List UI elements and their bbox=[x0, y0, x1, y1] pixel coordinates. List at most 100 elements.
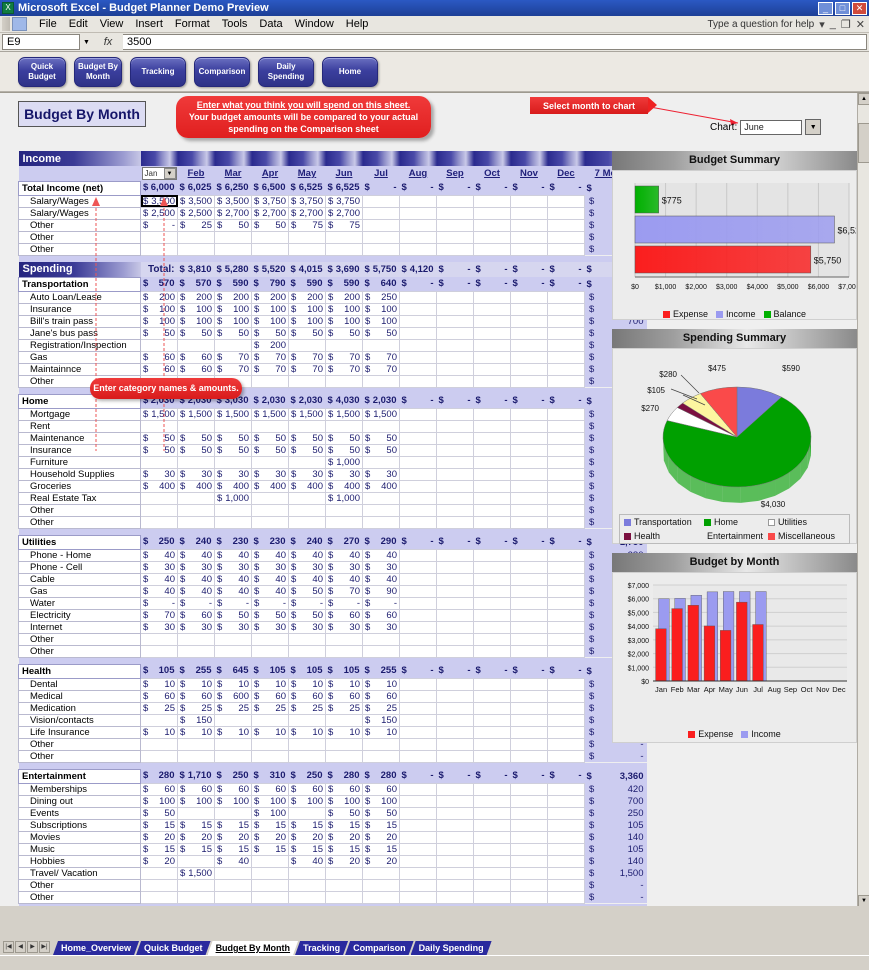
cell-home-6-apr[interactable]: $400 bbox=[251, 479, 289, 493]
section-entertainment-jan[interactable]: $280 bbox=[140, 769, 178, 783]
scroll-down-arrow[interactable]: ▼ bbox=[858, 895, 869, 906]
section-entertainment-jun[interactable]: $280 bbox=[325, 769, 363, 783]
cell-transportation-3-jul[interactable]: $50 bbox=[362, 326, 400, 340]
cell-home-8-apr[interactable] bbox=[251, 503, 289, 517]
cell-health-6-nov[interactable] bbox=[510, 749, 548, 763]
cell-transportation-7-apr[interactable] bbox=[251, 374, 289, 388]
cell-home-9-nov[interactable] bbox=[510, 515, 548, 529]
cell-home-3-may[interactable]: $50 bbox=[288, 443, 326, 457]
cell-entertainment-4-nov[interactable] bbox=[510, 830, 548, 844]
cell-utilities-0-dec[interactable] bbox=[547, 548, 585, 562]
cell-transportation-1-apr[interactable]: $100 bbox=[251, 302, 289, 316]
section-entertainment-feb[interactable]: $1,710 bbox=[177, 769, 215, 783]
cell-utilities-0-jul[interactable]: $40 bbox=[362, 548, 400, 562]
cell-utilities-3-nov[interactable] bbox=[510, 584, 548, 598]
cell-health-2-jan[interactable]: $25 bbox=[140, 701, 178, 715]
cell-home-9-jun[interactable] bbox=[325, 515, 363, 529]
income-cell-1-mar[interactable]: $2,700 bbox=[214, 206, 252, 220]
cell-entertainment-3-oct[interactable] bbox=[473, 818, 511, 832]
cell-entertainment-6-apr[interactable] bbox=[251, 854, 289, 868]
cell-home-0-may[interactable]: $1,500 bbox=[288, 407, 326, 421]
row-label-entertainment-1[interactable]: Dining out bbox=[18, 794, 141, 808]
cell-home-8-dec[interactable] bbox=[547, 503, 585, 517]
cell-entertainment-9-feb[interactable] bbox=[177, 890, 215, 904]
cell-transportation-3-mar[interactable]: $50 bbox=[214, 326, 252, 340]
cell-home-9-mar[interactable] bbox=[214, 515, 252, 529]
cell-health-6-may[interactable] bbox=[288, 749, 326, 763]
cell-health-4-jul[interactable]: $10 bbox=[362, 725, 400, 739]
menu-item-data[interactable]: Data bbox=[253, 17, 288, 31]
cell-utilities-5-mar[interactable]: $50 bbox=[214, 608, 252, 622]
cell-health-0-may[interactable]: $10 bbox=[288, 677, 326, 691]
row-total-entertainment-7[interactable]: $1,500 bbox=[584, 867, 647, 879]
row-label-entertainment-7[interactable]: Travel/ Vacation bbox=[18, 866, 141, 880]
cell-entertainment-3-mar[interactable]: $15 bbox=[214, 818, 252, 832]
income-cell-1-may[interactable]: $2,700 bbox=[288, 206, 326, 220]
section-home-oct[interactable]: $ - bbox=[473, 394, 511, 408]
cell-home-4-nov[interactable] bbox=[510, 455, 548, 469]
cell-utilities-1-may[interactable]: $30 bbox=[288, 560, 326, 574]
cell-entertainment-6-may[interactable]: $40 bbox=[288, 854, 326, 868]
cell-entertainment-4-may[interactable]: $20 bbox=[288, 830, 326, 844]
row-total-entertainment-2[interactable]: $250 bbox=[584, 807, 647, 819]
cell-entertainment-4-jul[interactable]: $20 bbox=[362, 830, 400, 844]
cell-home-2-mar[interactable]: $50 bbox=[214, 431, 252, 445]
cell-transportation-0-aug[interactable] bbox=[399, 290, 437, 304]
cell-utilities-6-may[interactable]: $30 bbox=[288, 620, 326, 634]
cell-entertainment-6-oct[interactable] bbox=[473, 854, 511, 868]
cell-home-5-jan[interactable]: $30 bbox=[140, 467, 178, 481]
cell-health-5-oct[interactable] bbox=[473, 737, 511, 751]
row-label-health-3[interactable]: Vision/contacts bbox=[18, 713, 141, 727]
cell-entertainment-9-sep[interactable] bbox=[436, 890, 474, 904]
nav-button-tracking[interactable]: Tracking bbox=[130, 56, 186, 87]
month-filter-jan[interactable]: Jan ▼ bbox=[140, 166, 178, 181]
cell-health-1-apr[interactable]: $60 bbox=[251, 689, 289, 703]
cell-entertainment-6-nov[interactable] bbox=[510, 854, 548, 868]
cell-health-1-oct[interactable] bbox=[473, 689, 511, 703]
cell-entertainment-5-may[interactable]: $15 bbox=[288, 842, 326, 856]
cell-utilities-6-nov[interactable] bbox=[510, 620, 548, 634]
month-header-jun[interactable]: Jun bbox=[325, 166, 363, 181]
cell-entertainment-9-jan[interactable] bbox=[140, 890, 178, 904]
cell-entertainment-5-jan[interactable]: $15 bbox=[140, 842, 178, 856]
cell-transportation-2-sep[interactable] bbox=[436, 314, 474, 328]
help-search-box[interactable]: Type a question for help bbox=[708, 19, 815, 30]
row-label-health-4[interactable]: Life Insurance bbox=[18, 725, 141, 739]
cell-health-0-jan[interactable]: $10 bbox=[140, 677, 178, 691]
income-cell-4-feb[interactable] bbox=[177, 242, 215, 256]
cell-transportation-0-jul[interactable]: $250 bbox=[362, 290, 400, 304]
help-dropdown-icon[interactable]: ▾ bbox=[819, 18, 825, 31]
cell-home-5-feb[interactable]: $30 bbox=[177, 467, 215, 481]
cell-entertainment-5-jun[interactable]: $15 bbox=[325, 842, 363, 856]
cell-entertainment-8-jul[interactable] bbox=[362, 878, 400, 892]
cell-home-8-sep[interactable] bbox=[436, 503, 474, 517]
cell-transportation-2-jul[interactable]: $100 bbox=[362, 314, 400, 328]
cell-entertainment-5-dec[interactable] bbox=[547, 842, 585, 856]
cell-transportation-5-feb[interactable]: $60 bbox=[177, 350, 215, 364]
cell-transportation-7-sep[interactable] bbox=[436, 374, 474, 388]
vertical-scrollbar[interactable]: ▲ ▼ bbox=[857, 93, 869, 906]
section-entertainment-apr[interactable]: $310 bbox=[251, 769, 289, 783]
cell-utilities-5-jan[interactable]: $70 bbox=[140, 608, 178, 622]
section-transportation-mar[interactable]: $590 bbox=[214, 277, 252, 291]
cell-health-0-oct[interactable] bbox=[473, 677, 511, 691]
cell-utilities-0-apr[interactable]: $40 bbox=[251, 548, 289, 562]
row-label-health-1[interactable]: Medical bbox=[18, 689, 141, 703]
row-label-home-2[interactable]: Maintenance bbox=[18, 431, 141, 445]
cell-home-6-feb[interactable]: $400 bbox=[177, 479, 215, 493]
income-row-label[interactable]: Salary/Wages bbox=[18, 194, 141, 208]
cell-home-5-mar[interactable]: $30 bbox=[214, 467, 252, 481]
cell-home-7-sep[interactable] bbox=[436, 491, 474, 505]
cell-transportation-4-apr[interactable]: $200 bbox=[251, 338, 289, 352]
section-transportation-dec[interactable]: $ - bbox=[547, 277, 585, 291]
row-label-utilities-6[interactable]: Internet bbox=[18, 620, 141, 634]
menu-grip[interactable] bbox=[2, 17, 10, 31]
row-label-health-5[interactable]: Other bbox=[18, 737, 141, 751]
cell-home-5-oct[interactable] bbox=[473, 467, 511, 481]
cell-entertainment-4-feb[interactable]: $20 bbox=[177, 830, 215, 844]
row-label-transportation-1[interactable]: Insurance bbox=[18, 302, 141, 316]
cell-entertainment-1-jul[interactable]: $100 bbox=[362, 794, 400, 808]
cell-transportation-2-nov[interactable] bbox=[510, 314, 548, 328]
cell-entertainment-0-may[interactable]: $60 bbox=[288, 782, 326, 796]
row-total-entertainment-8[interactable]: $ - bbox=[584, 879, 647, 891]
